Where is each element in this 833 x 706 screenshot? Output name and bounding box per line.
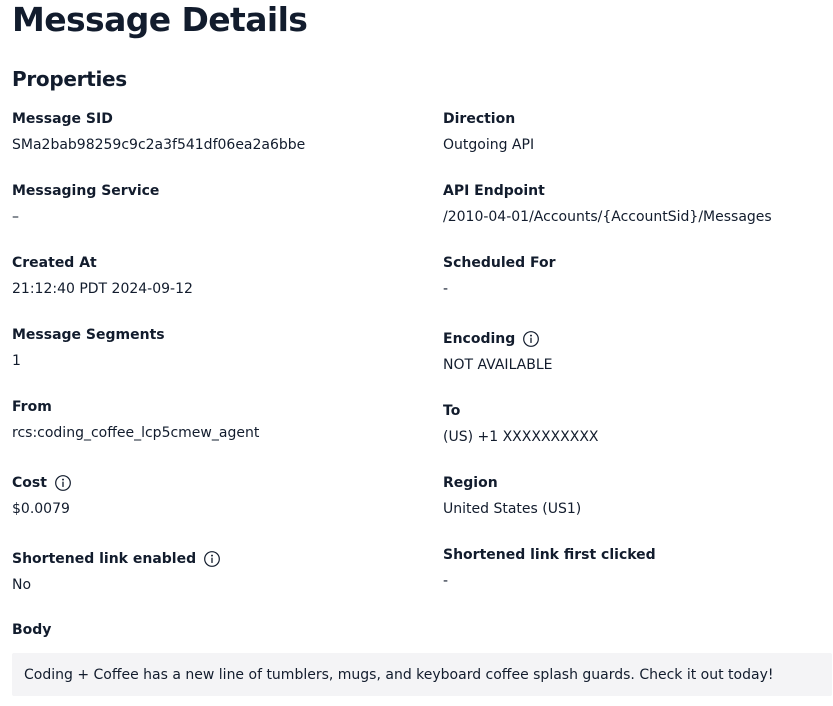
page-title: Message Details <box>12 0 308 39</box>
field-encoding: Encoding NOT AVAILABLE <box>443 329 828 375</box>
field-direction: Direction Outgoing API <box>443 109 828 155</box>
field-label: Cost <box>12 475 47 491</box>
from-value: rcs:coding_coffee_lcp5cmew_agent <box>12 425 260 441</box>
field-message-segments: Message Segments 1 <box>12 325 412 371</box>
field-label-row: Cost <box>12 473 412 493</box>
info-icon[interactable] <box>54 474 72 492</box>
field-shortened-link-enabled: Shortened link enabled No <box>12 549 412 595</box>
message-sid-value[interactable]: SMa2bab98259c9c2a3f541df06ea2a6bbe <box>12 135 412 155</box>
field-region: Region United States (US1) <box>443 473 828 519</box>
field-label: To <box>443 403 461 419</box>
field-label: Created At <box>12 255 97 271</box>
field-label: Message Segments <box>12 327 165 343</box>
field-shortened-link-first-clicked: Shortened link first clicked - <box>443 545 828 591</box>
field-api-endpoint: API Endpoint /2010-04-01/Accounts/{Accou… <box>443 181 828 227</box>
section-title-properties: Properties <box>12 67 127 91</box>
message-body[interactable]: Coding + Coffee has a new line of tumble… <box>12 653 832 696</box>
field-label: API Endpoint <box>443 183 545 199</box>
field-to: To (US) +1 XXXXXXXXXX <box>443 401 828 447</box>
api-endpoint-value: /2010-04-01/Accounts/{AccountSid}/Messag… <box>443 209 772 225</box>
shortened-link-enabled-value: No <box>12 577 32 593</box>
encoding-value: NOT AVAILABLE <box>443 357 553 373</box>
direction-value: Outgoing API <box>443 137 535 153</box>
field-label: Direction <box>443 111 516 127</box>
field-from: From rcs:coding_coffee_lcp5cmew_agent <box>12 397 412 443</box>
created-at-value: 21:12:40 PDT 2024-09-12 <box>12 281 193 297</box>
field-label: Message SID <box>12 111 113 127</box>
field-messaging-service: Messaging Service – <box>12 181 412 227</box>
field-label-row: Shortened link enabled <box>12 549 412 569</box>
field-label: Messaging Service <box>12 183 160 199</box>
field-label-row: Encoding <box>443 329 828 349</box>
scheduled-for-value: - <box>443 281 449 297</box>
field-cost: Cost $0.0079 <box>12 473 412 519</box>
field-label: From <box>12 399 52 415</box>
field-label: Shortened link first clicked <box>443 547 656 563</box>
region-value: United States (US1) <box>443 501 582 517</box>
field-label: Encoding <box>443 331 516 347</box>
to-value: (US) +1 XXXXXXXXXX <box>443 429 599 445</box>
body-label: Body <box>12 622 52 638</box>
field-label: Shortened link enabled <box>12 551 197 567</box>
messaging-service-value: – <box>12 209 19 225</box>
cost-value: $0.0079 <box>12 501 70 517</box>
info-icon[interactable] <box>203 550 221 568</box>
info-icon[interactable] <box>522 330 540 348</box>
field-label: Scheduled For <box>443 255 556 271</box>
shortened-link-first-clicked-value: - <box>443 573 449 589</box>
field-message-sid: Message SID SMa2bab98259c9c2a3f541df06ea… <box>12 109 412 155</box>
field-created-at: Created At 21:12:40 PDT 2024-09-12 <box>12 253 412 299</box>
message-segments-value: 1 <box>12 353 21 369</box>
field-scheduled-for: Scheduled For - <box>443 253 828 299</box>
field-label: Region <box>443 475 498 491</box>
